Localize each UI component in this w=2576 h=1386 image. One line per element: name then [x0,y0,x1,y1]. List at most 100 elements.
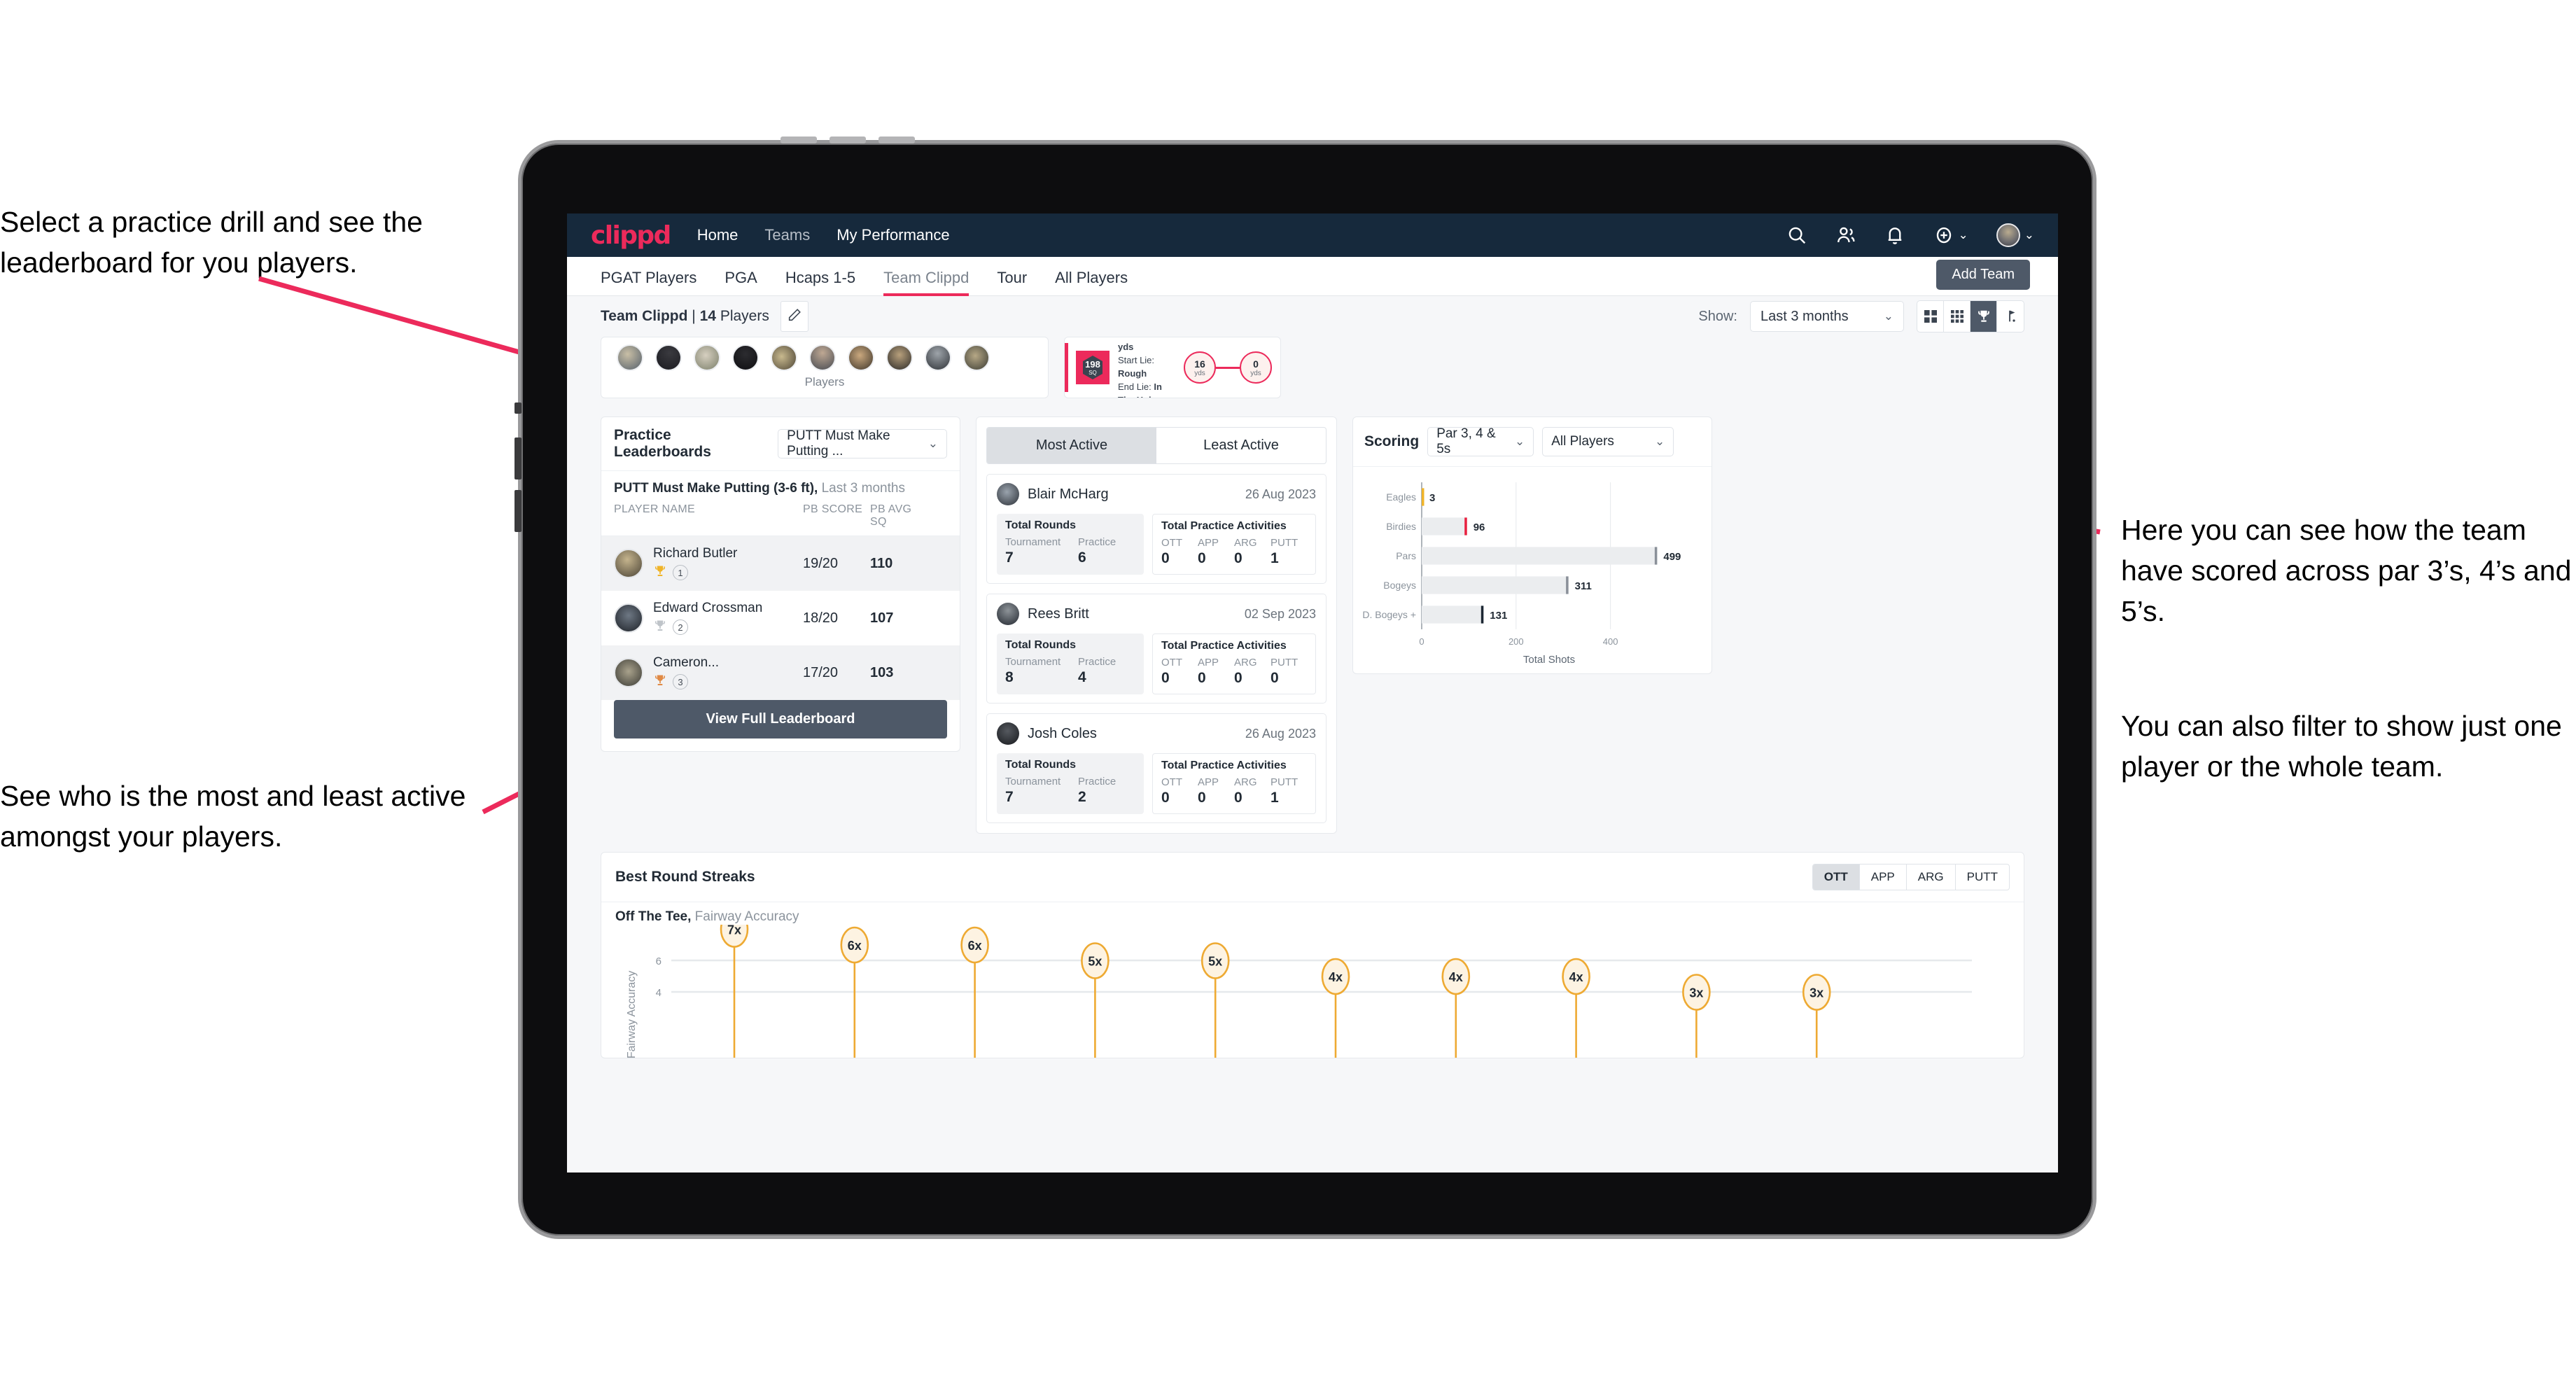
trophy-icon [653,564,667,582]
add-team-button[interactable]: Add Team [1936,260,2030,290]
pencil-icon [787,307,802,326]
tab-pga[interactable]: PGA [724,269,757,295]
tab-most-active[interactable]: Most Active [987,428,1156,463]
pb-score: 17/20 [803,664,839,680]
date-range-select[interactable]: Last 3 months ⌄ [1750,301,1904,332]
tab-all-players[interactable]: All Players [1055,269,1128,295]
drill-select[interactable]: PUTT Must Make Putting ... ⌄ [778,428,947,458]
arg-label: ARG [1234,776,1257,788]
drill-range: Last 3 months [821,481,905,496]
avatar[interactable] [732,344,759,371]
avatar[interactable] [963,344,990,371]
activity-player-card[interactable]: Josh Coles 26 Aug 2023 Total Rounds Tour… [986,713,1326,823]
streaks-subtitle: Off The Tee, Fairway Accuracy [601,902,2024,925]
clippd-logo[interactable]: clippd [591,221,671,250]
practice-activities-title: Total Practice Activities [1161,640,1287,652]
end-lie-label: End Lie: [1118,381,1152,392]
total-rounds-box: Total Rounds Tournament Practice 7 6 [997,514,1144,575]
activity-card: Most Active Least Active Blair McHarg 26… [976,416,1337,834]
pb-avg-sq: 103 [870,664,894,680]
nav-item-teams[interactable]: Teams [764,226,810,244]
leaderboard-subtitle: PUTT Must Make Putting (3-6 ft), Last 3 … [601,470,960,503]
avatar [614,603,643,633]
shot-quality-badge: 198 SQ [1076,351,1110,384]
annotation-right-2: You can also filter to show just one pla… [2121,710,2562,783]
svg-text:400: 400 [1603,636,1618,647]
trophy-icon-button[interactable] [1970,301,1997,332]
putt-label: PUTT [1270,657,1298,668]
svg-text:6x: 6x [968,939,982,953]
avatar [614,658,643,687]
avatar[interactable] [925,344,951,371]
segment-ott[interactable]: OTT [1812,864,1860,890]
svg-text:3: 3 [1429,492,1435,504]
avatar[interactable] [809,344,836,371]
start-lie-row: Start Lie: Rough [1118,354,1175,381]
avatar[interactable] [694,344,720,371]
activity-player-card[interactable]: Blair McHarg 26 Aug 2023 Total Rounds To… [986,474,1326,584]
end-lie-row: End Lie: In The Hole [1118,381,1175,398]
practice-activities-box: Total Practice Activities OTT APP ARG PU… [1152,514,1316,575]
svg-text:6: 6 [656,955,662,967]
search-icon[interactable] [1786,225,1807,246]
avatar [614,549,643,578]
chevron-down-icon: ⌄ [1514,435,1525,448]
table-row[interactable]: Richard Butler 1 19/20 110 [601,536,960,591]
segment-arg[interactable]: ARG [1907,864,1956,890]
app-value: 0 [1198,550,1206,566]
player-filter-select[interactable]: All Players ⌄ [1542,427,1674,456]
flag-icon-button[interactable] [1997,301,2024,332]
segment-putt[interactable]: PUTT [1956,864,2009,890]
table-row[interactable]: Cameron... 3 17/20 103 [601,645,960,700]
avatar[interactable] [848,344,874,371]
scoring-chart: 0 200 400 Eagles 3 Birdies 96 Pars 499 Bogeys 311 D… [1353,466,1712,673]
par-filter-select[interactable]: Par 3, 4 & 5s ⌄ [1427,426,1534,456]
profile-menu[interactable]: ⌄ [1996,223,2034,247]
tab-hcaps-1-5[interactable]: Hcaps 1-5 [785,269,855,295]
drill-name: PUTT Must Make Putting (3-6 ft), [614,481,818,496]
col-player-name: PLAYER NAME [614,503,695,515]
tab-pgat-players[interactable]: PGAT Players [601,269,696,295]
player-avatar-row [601,337,1048,371]
activity-date: 02 Sep 2023 [1244,606,1316,621]
table-row[interactable]: Edward Crossman 2 18/20 107 [601,591,960,645]
device-volume-down [514,490,522,532]
arg-label: ARG [1234,657,1257,668]
avatar [997,483,1019,505]
avatar[interactable] [771,344,797,371]
arg-label: ARG [1234,537,1257,549]
avatar[interactable] [886,344,913,371]
trophy-icon [653,673,667,691]
tournament-value: 7 [1005,789,1014,805]
grid-3x3-icon-button[interactable] [1944,301,1970,332]
device-side-button-1 [514,402,522,414]
bell-icon[interactable] [1884,225,1905,246]
add-menu[interactable]: ⌄ [1933,225,1968,246]
avatar[interactable] [655,344,682,371]
segment-app[interactable]: APP [1860,864,1907,890]
nav-item-home[interactable]: Home [697,226,738,244]
tab-least-active[interactable]: Least Active [1156,428,1326,463]
device-button-2 [830,136,866,144]
avatar[interactable] [617,344,643,371]
activity-player-card[interactable]: Rees Britt 02 Sep 2023 Total Rounds Tour… [986,594,1326,704]
putt-value: 1 [1270,790,1279,806]
app-label: APP [1198,657,1219,668]
avatar [997,603,1019,625]
nav-item-my-performance[interactable]: My Performance [836,226,949,244]
arg-value: 0 [1234,670,1242,686]
ott-value: 0 [1161,550,1170,566]
total-rounds-title: Total Rounds [1005,759,1077,771]
tab-team-clippd[interactable]: Team Clippd [883,269,969,296]
people-icon[interactable] [1835,225,1856,246]
tab-tour[interactable]: Tour [997,269,1027,295]
edit-team-button[interactable] [780,301,808,332]
svg-text:Eagles: Eagles [1386,491,1416,503]
shot-detail-card: 198 SQ Shot Dist: 16 yds Start Lie: [1064,337,1281,398]
player-name: Edward Crossman [653,600,763,615]
grid-2x2-icon-button[interactable] [1917,301,1944,332]
player-name: Cameron... [653,654,719,670]
col-pb-avg-sq: PB AVG SQ [870,503,912,528]
view-full-leaderboard-button[interactable]: View Full Leaderboard [614,700,947,738]
practice-activities-title: Total Practice Activities [1161,760,1287,771]
